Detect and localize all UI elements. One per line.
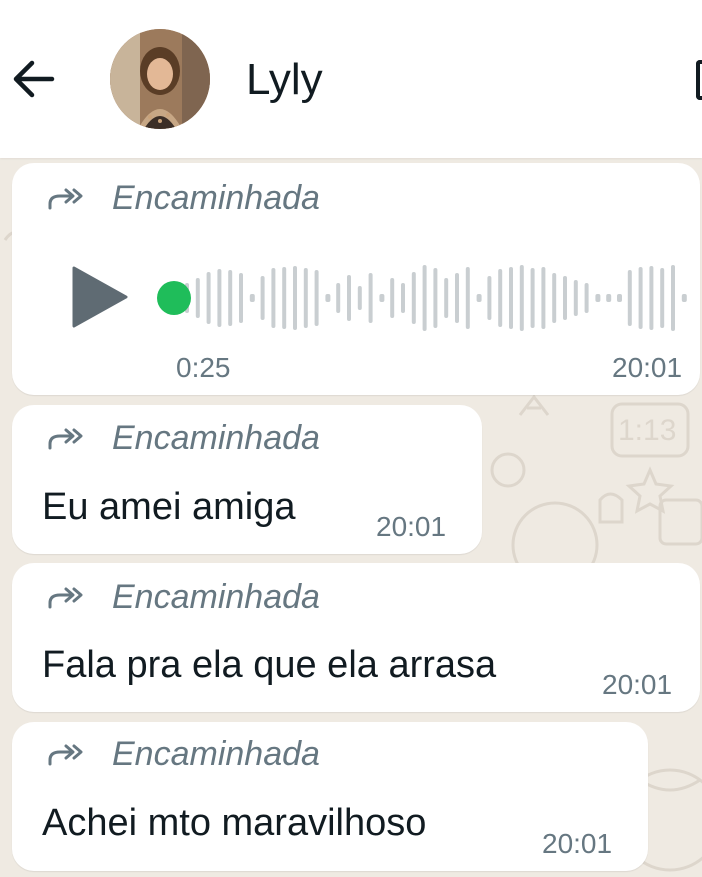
forwarded-indicator: Encaminhada: [46, 418, 320, 458]
waveform-bar: [681, 294, 687, 302]
waveform-bar: [379, 294, 385, 302]
waveform-bar: [638, 267, 643, 329]
arrow-left-icon[interactable]: [8, 54, 58, 104]
waveform-bar: [606, 294, 612, 302]
waveform-bar: [433, 268, 438, 328]
waveform-bar: [293, 266, 297, 330]
waveform-bar: [649, 266, 654, 330]
waveform-bar: [595, 294, 601, 302]
waveform-bar: [552, 273, 557, 323]
waveform-bar: [347, 275, 351, 321]
waveform-bar: [444, 278, 449, 318]
voice-duration: 0:25: [176, 352, 231, 383]
svg-text:1:13: 1:13: [618, 414, 676, 447]
waveform-bar: [325, 294, 331, 302]
message-time: 20:01: [612, 352, 683, 383]
waveform-bar: [671, 265, 675, 331]
waveform-bar: [563, 276, 567, 320]
forwarded-label: Encaminhada: [112, 179, 320, 217]
waveform-bar: [573, 280, 578, 316]
message-text: Eu amei amiga: [42, 486, 296, 528]
waveform-bar: [584, 283, 589, 313]
chat-header: Lyly: [0, 0, 702, 158]
text-message-bubble[interactable]: Encaminhada Eu amei amiga 20:01: [12, 405, 482, 554]
forward-double-arrow-icon: [48, 188, 83, 210]
message-time: 20:01: [602, 669, 673, 700]
forwarded-label: Encaminhada: [112, 578, 320, 616]
forwarded-indicator: Encaminhada: [46, 577, 320, 617]
waveform-bar: [617, 294, 622, 302]
waveform-bar: [368, 273, 373, 323]
forwarded-label: Encaminhada: [112, 419, 320, 457]
waveform-bar: [239, 273, 243, 323]
message-time: 20:01: [376, 511, 447, 542]
waveform-bar: [303, 268, 308, 328]
waveform-bar: [271, 268, 276, 328]
waveform-bar: [314, 270, 319, 326]
waveform-bar: [195, 278, 200, 318]
video-call-icon[interactable]: [696, 60, 702, 100]
waveform-bar: [487, 276, 492, 320]
forward-double-arrow-icon: [48, 744, 83, 766]
waveform-bar: [282, 267, 287, 329]
waveform-bar: [411, 272, 416, 324]
waveform-bar: [401, 283, 405, 313]
waveform-bar: [228, 270, 233, 326]
waveform-bar: [206, 272, 211, 324]
play-icon[interactable]: [72, 266, 128, 328]
waveform-bar: [498, 269, 503, 327]
playback-position-dot[interactable]: [157, 281, 191, 315]
avatar[interactable]: [110, 29, 210, 129]
waveform-bar: [336, 283, 341, 313]
waveform-bar: [541, 267, 546, 329]
waveform-bar: [390, 278, 395, 318]
waveform-bar: [455, 273, 459, 323]
waveform-bar: [249, 294, 255, 302]
waveform-bar: [519, 265, 524, 331]
message-text: Achei mto maravilhoso: [42, 802, 427, 844]
waveform-bar: [465, 267, 470, 329]
waveform-bar: [422, 265, 427, 331]
contact-photo: [110, 29, 210, 129]
waveform-bar: [530, 268, 535, 328]
forward-double-arrow-icon: [48, 428, 83, 450]
forwarded-label: Encaminhada: [112, 735, 320, 773]
waveform-bar: [627, 270, 632, 326]
waveform-bar: [509, 267, 513, 329]
forwarded-indicator: Encaminhada: [46, 734, 320, 774]
contact-name[interactable]: Lyly: [246, 54, 323, 106]
waveform-bar: [357, 286, 362, 310]
message-time: 20:01: [542, 828, 613, 859]
message-text: Fala pra ela que ela arrasa: [42, 644, 497, 686]
text-message-bubble[interactable]: Encaminhada Fala pra ela que ela arrasa …: [12, 563, 700, 712]
waveform-bar: [260, 276, 265, 320]
waveform-bar: [476, 294, 482, 302]
voice-waveform[interactable]: [185, 262, 691, 334]
waveform-bar: [217, 269, 222, 327]
text-message-bubble[interactable]: Encaminhada Achei mto maravilhoso 20:01: [12, 722, 648, 871]
waveform-bar: [660, 268, 665, 328]
forward-double-arrow-icon: [48, 587, 83, 609]
forwarded-indicator: Encaminhada: [46, 178, 320, 218]
